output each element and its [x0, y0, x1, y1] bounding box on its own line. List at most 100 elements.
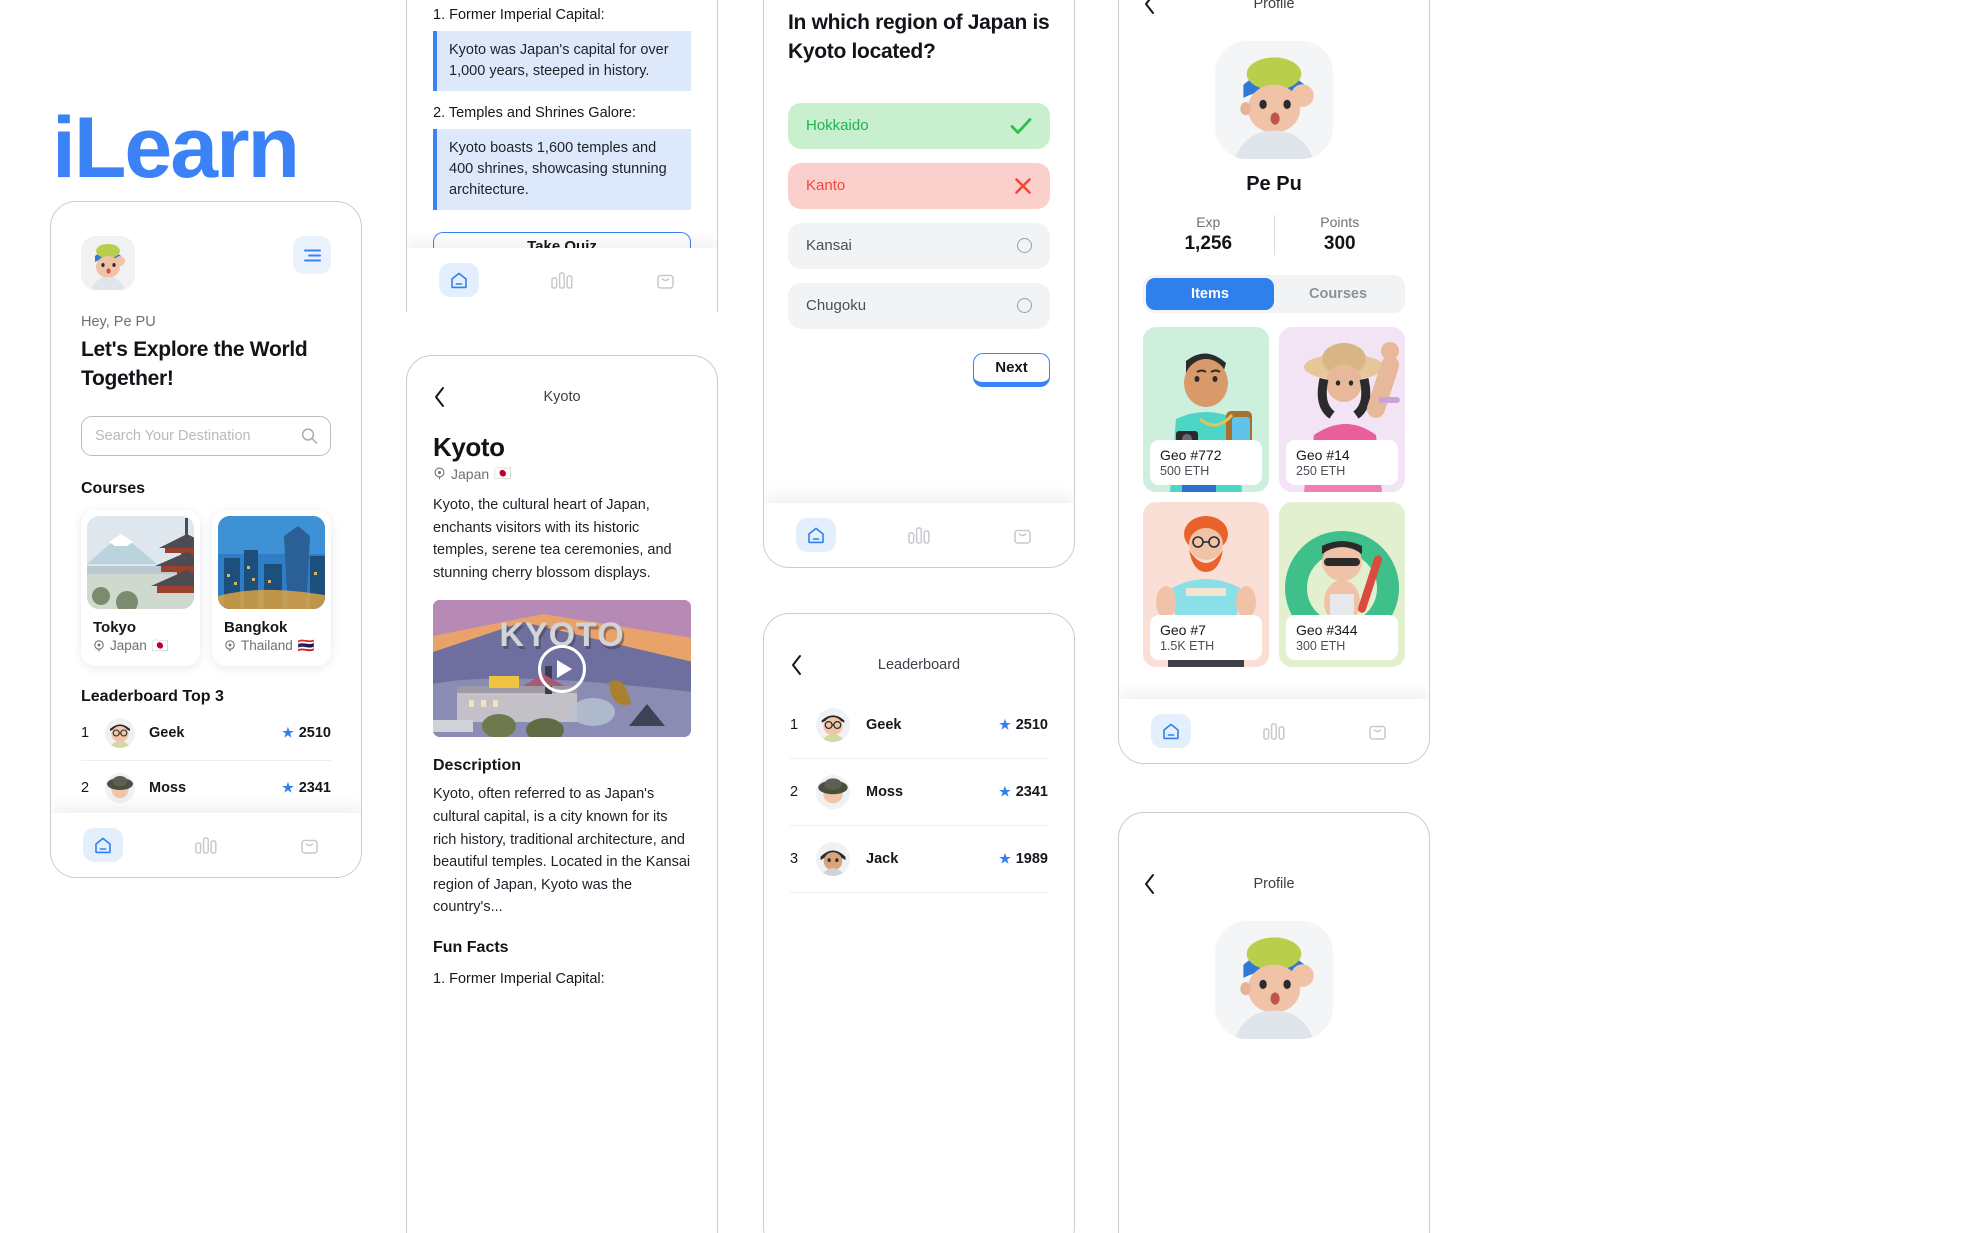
destination-summary: Kyoto, the cultural heart of Japan, ench…: [433, 497, 672, 581]
player-name: Moss: [149, 779, 187, 796]
profile-name: Pe Pu: [1246, 173, 1302, 195]
bottom-nav: [1119, 699, 1429, 763]
avatar: [816, 708, 850, 742]
star-icon: ★: [999, 717, 1011, 732]
courses-list: Tokyo Japan 🇯🇵 Bangkok Thailand 🇹🇭: [81, 509, 331, 666]
bag-icon: [657, 274, 674, 289]
home-icon: [450, 272, 467, 289]
description-heading: Description: [433, 757, 522, 775]
nft-name: Geo #7: [1160, 622, 1206, 638]
next-button[interactable]: Next: [973, 352, 1050, 387]
stat-exp: Exp 1,256: [1143, 214, 1274, 255]
star-icon: ★: [282, 779, 294, 795]
nav-stats[interactable]: [186, 828, 226, 862]
phone-quiz-screen: In which region of Japan is Kyoto locate…: [763, 0, 1075, 568]
fact-title: 1. Former Imperial Capital:: [433, 7, 605, 23]
quiz-option-kansai[interactable]: Kansai: [788, 222, 1050, 269]
quiz-option-chugoku[interactable]: Chugoku: [788, 282, 1050, 329]
navbar: Leaderboard: [790, 652, 1048, 678]
pin-icon: [93, 640, 105, 652]
option-label: Hokkaido: [806, 117, 869, 135]
nft-card-geo14[interactable]: Geo #14 250 ETH: [1279, 327, 1405, 492]
star-icon: ★: [999, 851, 1011, 866]
player-score: ★ 2510: [282, 725, 331, 741]
greeting-text: Hey, Pe PU: [81, 314, 156, 330]
nav-home[interactable]: [438, 263, 479, 297]
stat-points: Points 300: [1275, 214, 1406, 255]
quiz-question: In which region of Japan is Kyoto locate…: [788, 11, 1050, 63]
country-flag: 🇹🇭: [297, 637, 315, 653]
table-row[interactable]: 1 Geek ★ 2510: [790, 692, 1048, 759]
nav-stats[interactable]: [542, 263, 582, 297]
avatar-illustration: [1215, 41, 1333, 159]
tab-courses[interactable]: Courses: [1274, 278, 1402, 310]
menu-button[interactable]: [293, 236, 331, 274]
nft-card-geo7[interactable]: Geo #7 1.5K ETH: [1143, 502, 1269, 667]
video-thumbnail[interactable]: KYOTO: [433, 600, 691, 738]
destination-location: Japan 🇯🇵: [433, 465, 691, 482]
course-name: Tokyo: [93, 618, 137, 636]
player-name: Geek: [866, 717, 902, 733]
nft-card-geo344[interactable]: Geo #344 300 ETH: [1279, 502, 1405, 667]
page-title: Profile: [1253, 876, 1295, 892]
nav-bag[interactable]: [1357, 714, 1397, 748]
phone-profile-screen: Profile Pe Pu Exp 1,256 Points 300 Items…: [1118, 0, 1430, 764]
bottom-nav: [407, 248, 717, 312]
phone-funfacts-screen: 1. Former Imperial Capital: Kyoto was Ja…: [406, 0, 718, 312]
course-name: Bangkok: [224, 618, 288, 636]
fact-title: 2. Temples and Shrines Galore:: [433, 105, 636, 122]
quiz-options: Hokkaido Kanto Kansai Chugoku: [788, 102, 1050, 329]
list-item[interactable]: 2 Moss ★ 2341: [81, 761, 331, 816]
rank-number: 3: [790, 851, 799, 867]
list-item[interactable]: 1 Geek ★ 2510: [81, 706, 331, 761]
nav-home[interactable]: [1150, 714, 1191, 748]
nft-card-geo772[interactable]: Geo #772 500 ETH: [1143, 327, 1269, 492]
table-row[interactable]: 3 Jack ★ 1989: [790, 826, 1048, 893]
nft-price: 500 ETH: [1160, 464, 1210, 478]
nav-home[interactable]: [82, 828, 123, 862]
stat-label: Exp: [1196, 214, 1221, 230]
nav-bag[interactable]: [289, 828, 329, 862]
course-card-tokyo[interactable]: Tokyo Japan 🇯🇵: [81, 509, 200, 666]
phone-leaderboard-screen: Leaderboard 1 Geek ★ 2510 2 Moss ★ 2341 …: [763, 613, 1075, 1233]
description-body: Kyoto, often referred to as Japan's cult…: [433, 786, 691, 916]
country-flag: 🇯🇵: [494, 465, 512, 481]
nft-label: Geo #7 1.5K ETH: [1150, 615, 1262, 660]
star-icon: ★: [282, 724, 294, 740]
page-title: Kyoto: [543, 389, 581, 405]
quiz-option-kanto[interactable]: Kanto: [788, 162, 1050, 209]
fact-body: Kyoto boasts 1,600 temples and 400 shrin…: [433, 129, 691, 211]
play-icon[interactable]: [538, 644, 586, 693]
phone-profile-screen-secondary: Profile: [1118, 812, 1430, 1233]
quiz-option-hokkaido[interactable]: Hokkaido: [788, 102, 1050, 149]
table-row[interactable]: 2 Moss ★ 2341: [790, 759, 1048, 826]
bottom-nav: [764, 503, 1074, 567]
score-value: 2341: [298, 779, 331, 796]
stats-icon: [551, 272, 573, 289]
nav-home[interactable]: [795, 518, 836, 552]
nav-stats[interactable]: [1254, 714, 1294, 748]
course-location: Japan 🇯🇵: [93, 638, 200, 654]
search-input[interactable]: Search Your Destination: [81, 415, 331, 456]
score-value: 2341: [1015, 784, 1048, 800]
tab-items[interactable]: Items: [1146, 278, 1274, 310]
avatar[interactable]: [81, 236, 135, 290]
course-location: Thailand 🇹🇭: [224, 638, 331, 654]
screenshot-canvas: iLearn Hey, Pe PU Let's Explore the Worl…: [0, 0, 1985, 1233]
profile-avatar: [1215, 41, 1333, 159]
nft-name: Geo #14: [1296, 447, 1350, 463]
nav-stats[interactable]: [899, 518, 939, 552]
leaderboard-heading: Leaderboard Top 3: [81, 687, 224, 705]
nav-bag[interactable]: [645, 263, 685, 297]
cross-icon: [1014, 177, 1032, 195]
player-name: Moss: [866, 784, 904, 800]
radio-icon: [1017, 238, 1032, 254]
nav-bag[interactable]: [1002, 518, 1042, 552]
course-card-bangkok[interactable]: Bangkok Thailand 🇹🇭: [212, 509, 331, 666]
player-score: ★ 2341: [282, 780, 331, 796]
course-thumbnail-bangkok: [218, 515, 325, 609]
courses-heading: Courses: [81, 479, 146, 497]
page-title: Profile: [1253, 0, 1295, 12]
avatar-illustration: [1215, 921, 1333, 1039]
home-headline: Let's Explore the World Together!: [81, 338, 308, 390]
